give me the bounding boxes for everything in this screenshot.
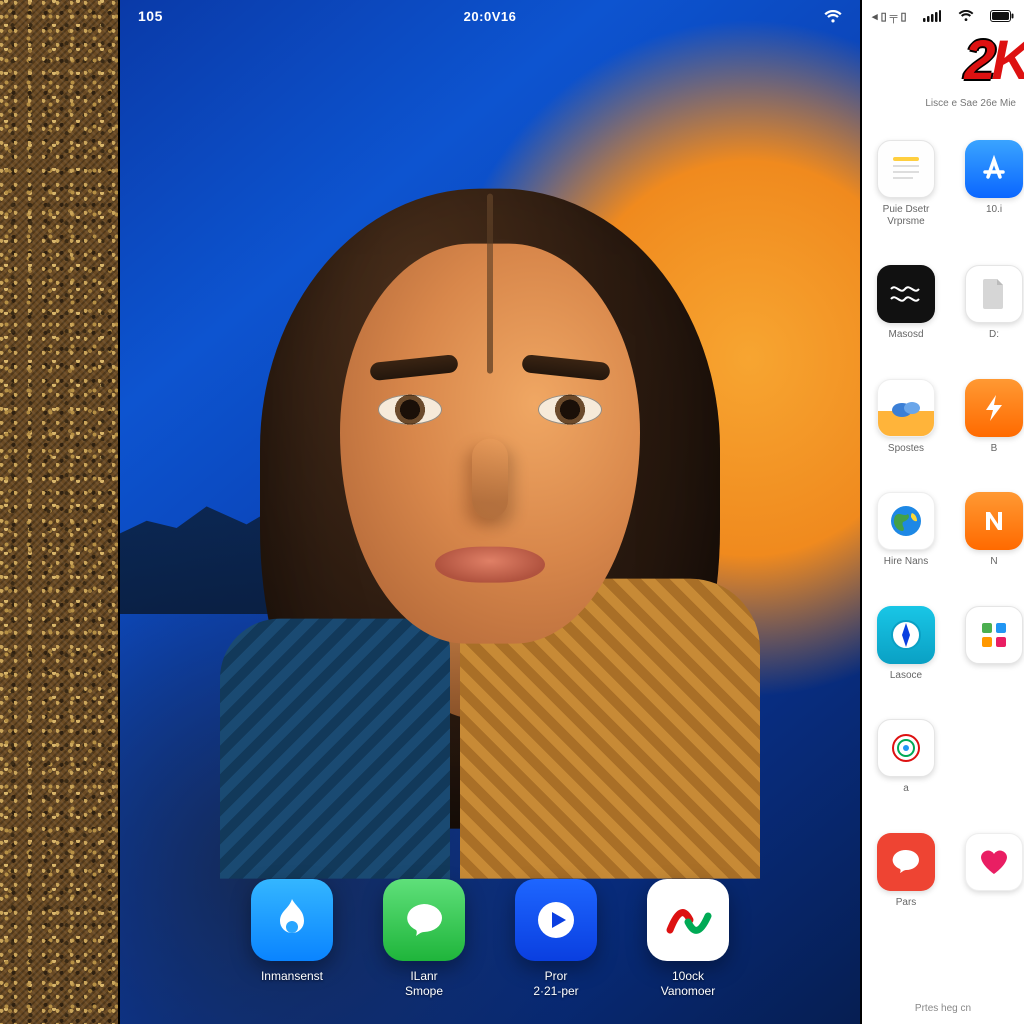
side-app-label: B [991, 443, 998, 455]
dock-app-play[interactable]: Pror 2·21-per [507, 879, 605, 998]
status-bar-main: 105 20:0V16 [120, 2, 860, 30]
heart-icon [965, 833, 1023, 891]
dock-sublabel: Smope [405, 984, 443, 998]
side-app-sublabel: Vrprsme [887, 216, 924, 227]
left-texture-strip [0, 0, 120, 1024]
compass-icon [877, 606, 935, 664]
side-app-globe[interactable]: Hire Nans [876, 492, 936, 568]
brand-logo-2k: 2K [964, 32, 1024, 88]
side-app-label: D: [989, 329, 999, 341]
side-app-chat[interactable]: Pars [876, 833, 936, 909]
dock-sublabel: Vanomoer [661, 984, 715, 998]
dock: Inmansenst ILanr Smope Pror 2·21- [243, 879, 737, 998]
wifi-icon [824, 10, 842, 24]
flame-icon [251, 879, 333, 961]
side-app-target[interactable]: a [876, 719, 936, 795]
side-app-music[interactable]: Masosd [876, 265, 936, 341]
status-bar-side: ◂ ▯ ╤ ▯ [862, 3, 1024, 29]
a-badge-icon [965, 140, 1023, 198]
side-app-grid[interactable] [964, 606, 1024, 682]
side-app-appstore[interactable]: 10.i [964, 140, 1024, 227]
battery-icon [990, 10, 1014, 22]
bolt-icon [965, 379, 1023, 437]
home-screen[interactable]: 105 20:0V16 Inmansenst ILanr S [120, 0, 860, 1024]
dock-app-store[interactable]: ILanr Smope [375, 879, 473, 998]
side-screen[interactable]: ◂ ▯ ╤ ▯ 2K Lisce e Sae 26e Mie Puie D [860, 0, 1024, 1024]
side-app-label: N [990, 556, 997, 568]
dock-app-internet[interactable]: Inmansenst [243, 879, 341, 998]
dock-app-wave[interactable]: 10ock Vanomoer [639, 879, 737, 998]
cloud-icon [877, 379, 935, 437]
brand-k: K [992, 28, 1024, 91]
side-app-label: 10.i [986, 204, 1002, 216]
side-app-label: Pars [896, 897, 917, 909]
brand-2: 2 [964, 28, 991, 91]
dock-label: ILanr [410, 969, 437, 983]
target-icon [877, 719, 935, 777]
globe-icon [877, 492, 935, 550]
swoosh-icon [647, 879, 729, 961]
wifi-icon [958, 10, 974, 22]
dock-label: Pror [545, 969, 568, 983]
side-app-notes[interactable]: Puie DsetrVrprsme [876, 140, 936, 227]
side-app-label: a [903, 783, 909, 795]
side-footer-text: Prtes heg cn [862, 1003, 1024, 1014]
grid-icon [965, 606, 1023, 664]
n-icon [965, 492, 1023, 550]
chat-icon [877, 833, 935, 891]
side-app-weather[interactable]: Spostes [876, 379, 936, 455]
side-app-label: Masosd [888, 329, 923, 341]
side-app-heart[interactable] [964, 833, 1024, 909]
side-app-label: Lasoce [890, 670, 922, 682]
brand-subtitle: Lisce e Sae 26e Mie [870, 98, 1016, 109]
side-app-compass[interactable]: Lasoce [876, 606, 936, 682]
side-app-grid: Puie DsetrVrprsme 10.i Masosd [876, 140, 1024, 946]
notes-icon [877, 140, 935, 198]
dock-label: 10ock [672, 969, 704, 983]
side-app-label: Puie Dsetr [883, 204, 930, 215]
dock-label: Inmansenst [261, 969, 323, 983]
play-icon [515, 879, 597, 961]
waves-icon [877, 265, 935, 323]
side-app-orange[interactable]: B [964, 379, 1024, 455]
side-app-n[interactable]: N [964, 492, 1024, 568]
wallpaper-portrait [210, 148, 770, 868]
signal-icon [923, 10, 941, 22]
status-right-cluster [824, 8, 842, 24]
status-back-indicator: ◂ ▯ ╤ ▯ [872, 10, 907, 23]
bubble-icon [383, 879, 465, 961]
doc-icon [965, 265, 1023, 323]
dock-sublabel: 2·21-per [533, 984, 578, 998]
side-app-doc[interactable]: D: [964, 265, 1024, 341]
status-time: 105 [138, 8, 163, 24]
side-app-label: Hire Nans [884, 556, 928, 568]
side-app-label: Spostes [888, 443, 924, 455]
status-center-text: 20:0V16 [464, 9, 517, 24]
stage: 105 20:0V16 Inmansenst ILanr S [0, 0, 1024, 1024]
